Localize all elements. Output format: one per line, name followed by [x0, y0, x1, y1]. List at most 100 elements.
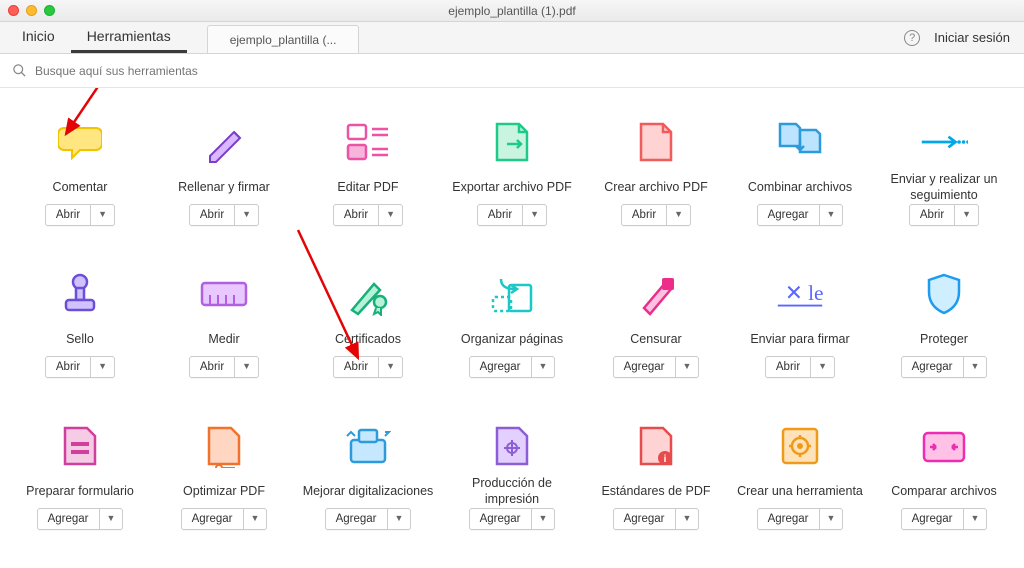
main-tabbar: Inicio Herramientas ejemplo_plantilla (.… [0, 22, 1024, 54]
tool-action-label: Abrir [46, 205, 91, 225]
tool-censurar[interactable]: CensurarAgregar▼ [586, 270, 726, 378]
tool-combinar-archivos[interactable]: Combinar archivosAgregar▼ [730, 118, 870, 226]
chevron-down-icon[interactable]: ▼ [91, 205, 114, 225]
tool-organizar-paginas[interactable]: Organizar páginasAgregar▼ [442, 270, 582, 378]
tool-mejorar-digitalizaciones[interactable]: Mejorar digitalizacionesAgregar▼ [298, 422, 438, 530]
tool-action-label: Agregar [470, 509, 532, 529]
chevron-down-icon[interactable]: ▼ [91, 357, 114, 377]
tool-action-button[interactable]: Abrir▼ [45, 356, 115, 378]
tool-label: Estándares de PDF [597, 476, 714, 508]
tool-action-button[interactable]: Abrir▼ [909, 204, 979, 226]
tab-home[interactable]: Inicio [6, 22, 71, 53]
svg-text:i: i [664, 454, 667, 465]
tool-action-button[interactable]: Abrir▼ [765, 356, 835, 378]
tool-action-button[interactable]: Agregar▼ [757, 204, 844, 226]
tool-certificados[interactable]: CertificadosAbrir▼ [298, 270, 438, 378]
tool-action-label: Agregar [326, 509, 388, 529]
tool-action-button[interactable]: Abrir▼ [621, 204, 691, 226]
minimize-window-icon[interactable] [26, 5, 37, 16]
tool-action-button[interactable]: Agregar▼ [37, 508, 124, 530]
tool-optimizar-pdf[interactable]: Optimizar PDFAgregar▼ [154, 422, 294, 530]
tool-estandares-de-pdf[interactable]: i Estándares de PDFAgregar▼ [586, 422, 726, 530]
tool-action-button[interactable]: Agregar▼ [613, 508, 700, 530]
tool-label: Medir [204, 324, 243, 356]
tool-label: Combinar archivos [744, 172, 856, 204]
tool-action-label: Abrir [478, 205, 523, 225]
tool-action-button[interactable]: Agregar▼ [901, 356, 988, 378]
chevron-down-icon[interactable]: ▼ [955, 205, 978, 225]
tool-action-button[interactable]: Agregar▼ [613, 356, 700, 378]
svg-text:✕ len: ✕ len [785, 281, 824, 305]
chevron-down-icon[interactable]: ▼ [235, 357, 258, 377]
tool-action-button[interactable]: Agregar▼ [469, 356, 556, 378]
tool-action-label: Agregar [902, 509, 964, 529]
tool-preparar-formulario[interactable]: Preparar formularioAgregar▼ [10, 422, 150, 530]
tool-icon-estandares-de-pdf: i [632, 422, 680, 470]
tool-rellenar-y-firmar[interactable]: Rellenar y firmarAbrir▼ [154, 118, 294, 226]
tool-sello[interactable]: SelloAbrir▼ [10, 270, 150, 378]
chevron-down-icon[interactable]: ▼ [820, 509, 843, 529]
chevron-down-icon[interactable]: ▼ [964, 509, 987, 529]
chevron-down-icon[interactable]: ▼ [532, 357, 555, 377]
tab-tools[interactable]: Herramientas [71, 22, 187, 53]
chevron-down-icon[interactable]: ▼ [676, 509, 699, 529]
tool-crear-archivo-pdf[interactable]: Crear archivo PDFAbrir▼ [586, 118, 726, 226]
tool-action-button[interactable]: Abrir▼ [333, 356, 403, 378]
tool-action-button[interactable]: Agregar▼ [469, 508, 556, 530]
chevron-down-icon[interactable]: ▼ [676, 357, 699, 377]
tool-enviar-y-realizar-un-seguimiento[interactable]: Enviar y realizar un seguimientoAbrir▼ [874, 118, 1014, 226]
tool-exportar-archivo-pdf[interactable]: Exportar archivo PDFAbrir▼ [442, 118, 582, 226]
tool-medir[interactable]: MedirAbrir▼ [154, 270, 294, 378]
tool-produccion-de-impresion[interactable]: Producción de impresiónAgregar▼ [442, 422, 582, 530]
help-icon[interactable]: ? [904, 30, 920, 46]
tool-icon-crear-archivo-pdf [632, 118, 680, 166]
tool-comentar[interactable]: ComentarAbrir▼ [10, 118, 150, 226]
tool-action-button[interactable]: Abrir▼ [189, 204, 259, 226]
tool-label: Certificados [331, 324, 405, 356]
tool-label: Comentar [49, 172, 112, 204]
chevron-down-icon[interactable]: ▼ [379, 357, 402, 377]
chevron-down-icon[interactable]: ▼ [100, 509, 123, 529]
chevron-down-icon[interactable]: ▼ [820, 205, 843, 225]
tool-action-label: Agregar [758, 205, 820, 225]
chevron-down-icon[interactable]: ▼ [811, 357, 834, 377]
tool-action-label: Agregar [614, 509, 676, 529]
close-window-icon[interactable] [8, 5, 19, 16]
tab-document[interactable]: ejemplo_plantilla (... [207, 25, 360, 53]
tool-comparar-archivos[interactable]: Comparar archivosAgregar▼ [874, 422, 1014, 530]
tool-label: Producción de impresión [442, 476, 582, 508]
tool-action-button[interactable]: Agregar▼ [901, 508, 988, 530]
chevron-down-icon[interactable]: ▼ [964, 357, 987, 377]
tool-action-button[interactable]: Abrir▼ [477, 204, 547, 226]
tool-icon-produccion-de-impresion [488, 422, 536, 470]
chevron-down-icon[interactable]: ▼ [379, 205, 402, 225]
tool-proteger[interactable]: ProtegerAgregar▼ [874, 270, 1014, 378]
tool-label: Editar PDF [333, 172, 402, 204]
chevron-down-icon[interactable]: ▼ [667, 205, 690, 225]
tool-action-button[interactable]: Abrir▼ [333, 204, 403, 226]
tool-action-button[interactable]: Agregar▼ [181, 508, 268, 530]
tool-label: Mejorar digitalizaciones [299, 476, 438, 508]
window-titlebar: ejemplo_plantilla (1).pdf [0, 0, 1024, 22]
tool-crear-una-herramienta[interactable]: Crear una herramientaAgregar▼ [730, 422, 870, 530]
tool-label: Proteger [916, 324, 972, 356]
tool-action-button[interactable]: Abrir▼ [45, 204, 115, 226]
tool-action-button[interactable]: Agregar▼ [757, 508, 844, 530]
tool-label: Sello [62, 324, 98, 356]
chevron-down-icon[interactable]: ▼ [235, 205, 258, 225]
maximize-window-icon[interactable] [44, 5, 55, 16]
chevron-down-icon[interactable]: ▼ [244, 509, 267, 529]
tool-action-button[interactable]: Agregar▼ [325, 508, 412, 530]
chevron-down-icon[interactable]: ▼ [532, 509, 555, 529]
tool-label: Enviar para firmar [746, 324, 853, 356]
login-link[interactable]: Iniciar sesión [934, 30, 1010, 45]
chevron-down-icon[interactable]: ▼ [523, 205, 546, 225]
tool-icon-comparar-archivos [920, 422, 968, 470]
tool-action-button[interactable]: Abrir▼ [189, 356, 259, 378]
search-input[interactable] [35, 64, 335, 78]
chevron-down-icon[interactable]: ▼ [388, 509, 411, 529]
tool-icon-enviar-para-firmar: ✕ len [776, 270, 824, 318]
tool-icon-sello [56, 270, 104, 318]
tool-editar-pdf[interactable]: Editar PDFAbrir▼ [298, 118, 438, 226]
tool-enviar-para-firmar[interactable]: ✕ len Enviar para firmarAbrir▼ [730, 270, 870, 378]
